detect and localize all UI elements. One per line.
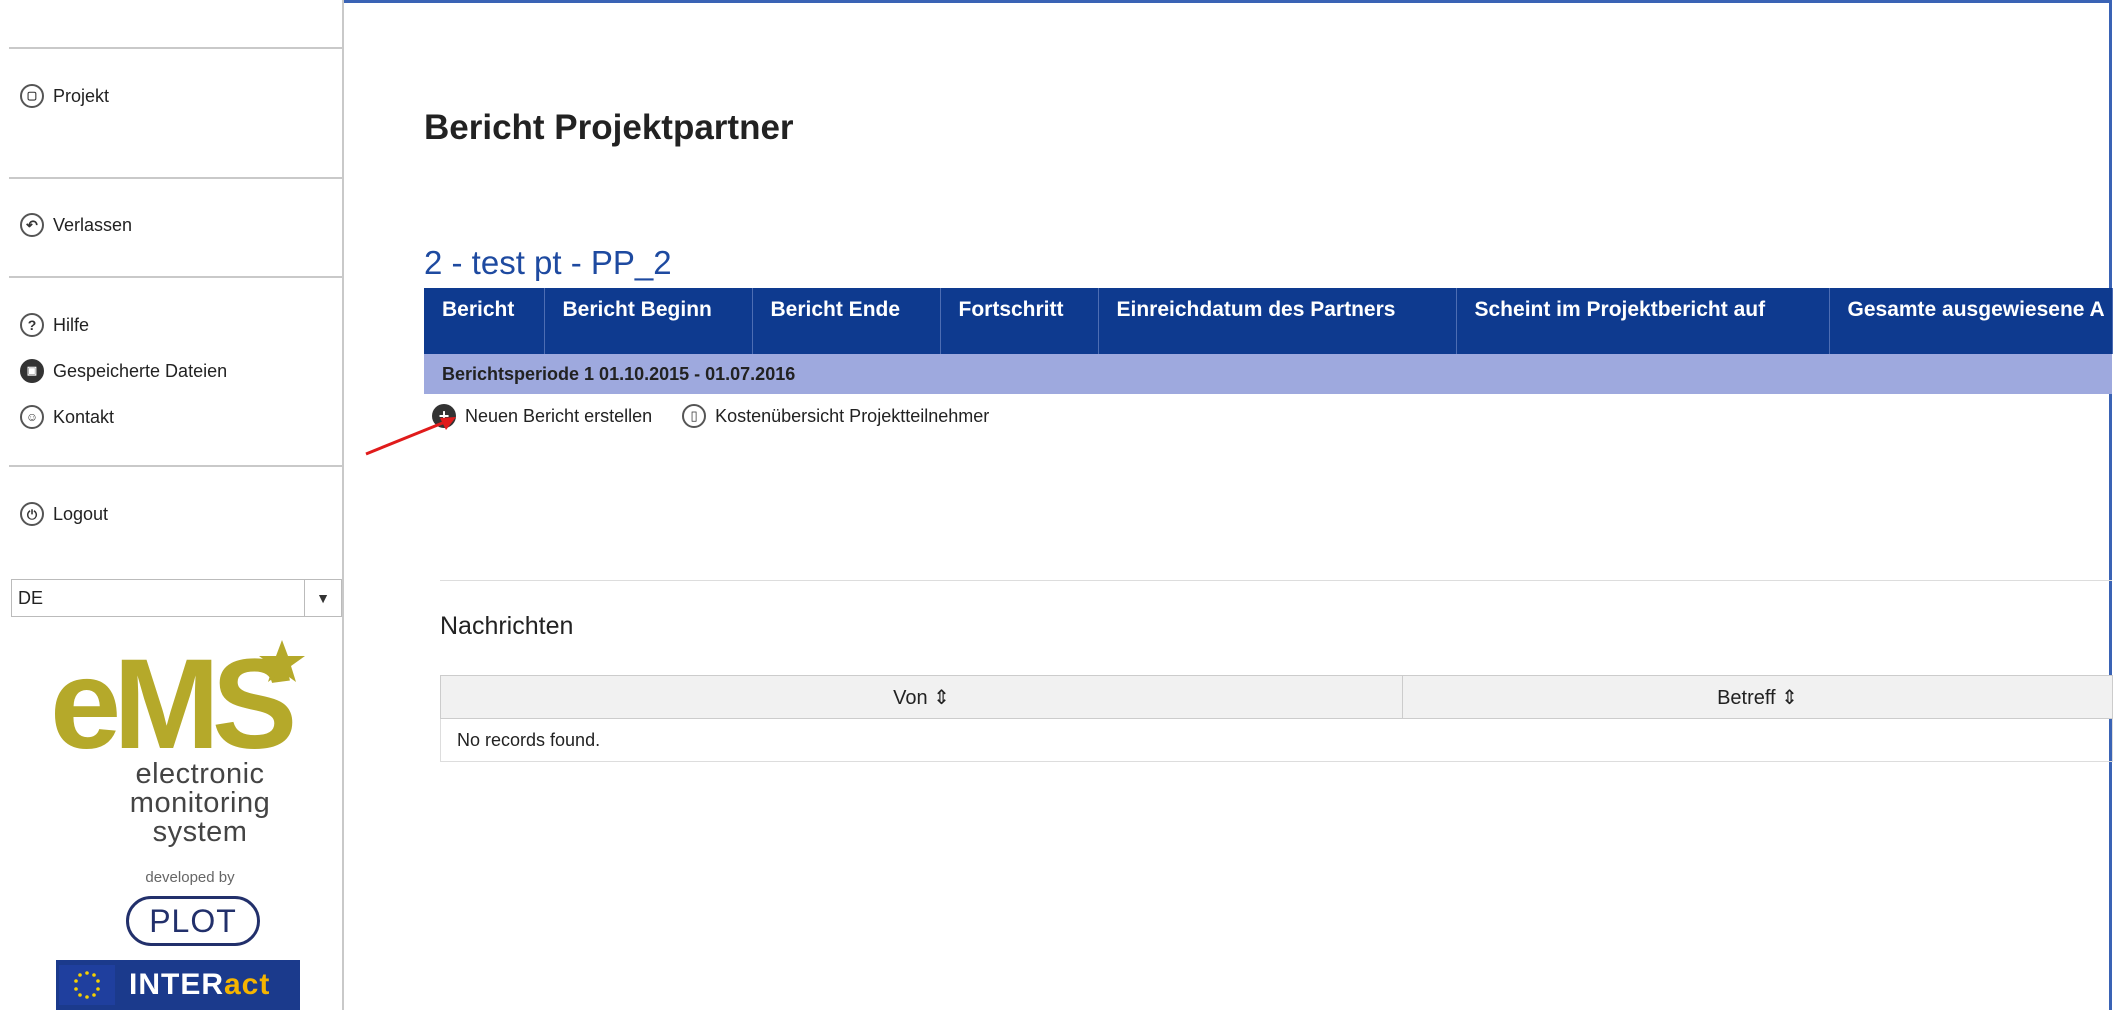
column-header[interactable]: Bericht Beginn [544,288,753,354]
language-value: DE [18,587,44,608]
plot-logo: PLOT [126,896,260,946]
sidebar: ▢ Projekt ↶ Verlassen ? Hilfe ▣ Gespeich… [0,0,344,1010]
ems-logo: eMS [50,640,305,760]
sidebar-item-logout[interactable]: ⏻ Logout [20,497,108,531]
sidebar-divider [9,276,342,278]
contact-icon: ☺ [20,405,44,429]
period-row[interactable]: Berichtsperiode 1 01.10.2015 - 01.07.201… [424,354,2112,394]
chevron-down-icon[interactable]: ▼ [304,580,341,616]
column-header[interactable]: Scheint im Projektbericht auf [1456,288,1830,354]
sidebar-item-kontakt[interactable]: ☺ Kontakt [20,400,114,434]
ems-logo-text: eMS [50,640,293,760]
interact-logo-text: INTERact [129,968,270,1002]
project-title: 2 - test pt - PP_2 [424,244,672,281]
sidebar-item-label: Logout [53,503,109,524]
sidebar-item-projekt[interactable]: ▢ Projekt [20,79,109,113]
sidebar-item-label: Kontakt [53,406,115,427]
cost-overview-label: Kostenübersicht Projektteilnehmer [715,405,990,426]
save-icon: ▣ [20,359,44,383]
report-actions: + Neuen Bericht erstellen ▯ Kostenübersi… [432,404,1019,428]
new-report-label: Neuen Bericht erstellen [465,405,653,426]
language-select[interactable]: DE ▼ [11,579,342,617]
period-label: Berichtsperiode 1 01.10.2015 - 01.07.201… [424,354,2112,394]
table-header-row: Bericht Bericht Beginn Bericht Ende Fort… [424,288,2113,354]
sidebar-item-label: Gespeicherte Dateien [53,360,228,381]
sidebar-item-gespeicherte-dateien[interactable]: ▣ Gespeicherte Dateien [20,354,227,388]
empty-message: No records found. [440,718,2113,762]
sidebar-item-label: Verlassen [53,214,133,235]
column-header[interactable]: Einreichdatum des Partners [1098,288,1457,354]
interact-logo: INTERact [56,960,300,1010]
messages-table: Von ⇕ Betreff ⇕ No records found. [440,675,2113,762]
sidebar-divider [9,465,342,467]
column-header[interactable]: Bericht Ende [752,288,941,354]
help-icon: ? [20,313,44,337]
power-icon: ⏻ [20,502,44,526]
sidebar-item-label: Projekt [53,85,110,106]
developed-by-label: developed by [145,869,235,886]
section-divider [440,580,2112,581]
ems-subtitle: electronic monitoring system [80,760,320,847]
column-header[interactable]: Gesamte ausgewiesene A [1829,288,2113,354]
eu-flag-icon [59,965,115,1005]
cost-overview-button[interactable]: ▯ Kostenübersicht Projektteilnehmer [682,404,989,428]
sidebar-divider [9,47,342,49]
ems-subtitle-line: system [152,816,248,848]
project-icon: ▢ [20,84,44,108]
report-table: Bericht Bericht Beginn Bericht Ende Fort… [424,288,2113,394]
interact-logo-part: act [224,968,271,1001]
sidebar-item-hilfe[interactable]: ? Hilfe [20,308,89,342]
sidebar-divider [9,177,342,179]
column-header-betreff[interactable]: Betreff ⇕ [1402,675,2113,719]
new-report-button[interactable]: + Neuen Bericht erstellen [432,404,652,428]
interact-logo-part: INTER [129,968,224,1001]
column-header-von[interactable]: Von ⇕ [440,675,1403,719]
column-header[interactable]: Bericht [424,288,545,354]
messages-title: Nachrichten [440,612,574,640]
table-row: No records found. [440,718,2113,762]
page-title: Bericht Projektpartner [424,108,794,147]
ems-subtitle-line: electronic [135,758,265,790]
annotation-arrow-icon [365,417,456,456]
ems-subtitle-line: monitoring [129,787,271,819]
sidebar-item-label: Hilfe [53,314,90,335]
table-header-row: Von ⇕ Betreff ⇕ [440,675,2113,719]
back-icon: ↶ [20,213,44,237]
clipboard-icon: ▯ [682,404,707,428]
column-header[interactable]: Fortschritt [940,288,1099,354]
sidebar-item-verlassen[interactable]: ↶ Verlassen [20,208,132,242]
